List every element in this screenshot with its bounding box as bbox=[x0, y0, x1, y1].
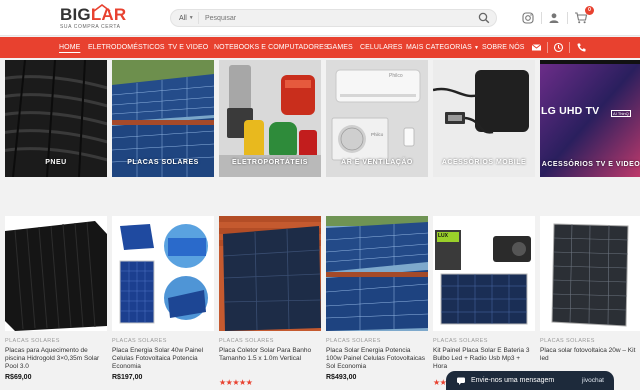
nav-item-sobre-nos[interactable]: SOBRE NÓS bbox=[482, 37, 525, 58]
nav-divider bbox=[547, 42, 548, 53]
search-bar: All ▼ bbox=[170, 9, 497, 27]
chevron-down-icon: ▼ bbox=[473, 45, 479, 51]
main-nav: HOME ELETRODOMÉSTICOS TV E VIDEO NOTEBOO… bbox=[0, 37, 640, 58]
biglar-logo[interactable]: BIGLAR SUA COMPRA CERTA bbox=[60, 4, 130, 32]
chat-bubble-icon bbox=[457, 377, 465, 385]
category-tile-acessorios-tv-e-video[interactable]: LG UHD TV AI ThinQ ACESSÓRIOS TV E VIDEO bbox=[540, 60, 640, 177]
instagram-icon[interactable] bbox=[521, 11, 535, 25]
category-label: ELETROPORTÁTEIS bbox=[232, 159, 308, 166]
category-tile-ar-e-ventilacao[interactable]: Philco Philco AR E VENTILAÇÃO bbox=[326, 60, 428, 177]
search-category-value: All bbox=[179, 14, 187, 22]
roof-icon bbox=[93, 4, 111, 12]
nav-item-eletrodomesticos[interactable]: ELETRODOMÉSTICOS bbox=[88, 37, 165, 58]
kit-box-brand-text: LUX bbox=[438, 233, 448, 239]
clock-icon[interactable] bbox=[553, 42, 564, 53]
ac-unit-brand-text: Philco bbox=[371, 132, 384, 137]
nav-item-celulares[interactable]: CELULARES bbox=[360, 37, 403, 58]
category-tile-placas-solares[interactable]: PLACAS SOLARES bbox=[112, 60, 214, 177]
logo-tagline: SUA COMPRA CERTA bbox=[60, 24, 121, 30]
category-label: ACESSÓRIOS MOBILE bbox=[441, 159, 527, 166]
user-icon[interactable] bbox=[547, 11, 561, 25]
category-label: ACESSÓRIOS TV E VIDEO bbox=[541, 161, 640, 168]
product-image[interactable] bbox=[5, 216, 107, 331]
nav-item-mais-categorias[interactable]: MAIS CATEGORIAS ▼ bbox=[406, 37, 479, 58]
chat-brand: jivochat bbox=[581, 377, 604, 384]
product-price: R$69,00 bbox=[5, 374, 32, 381]
product-name[interactable]: Placa Coletor Solar Para Banho Tamanho 1… bbox=[219, 347, 319, 363]
product-name[interactable]: Placa solar fotovoltaica 20w – Kit led bbox=[540, 347, 640, 363]
product-name[interactable]: Placa Solar Energia Potencia 100w Painel… bbox=[326, 347, 426, 371]
category-label: AR E VENTILAÇÃO bbox=[341, 159, 413, 166]
product-category: PLACAS SOLARES bbox=[326, 338, 381, 344]
category-label: PLACAS SOLARES bbox=[127, 159, 199, 166]
category-label: PNEU bbox=[45, 159, 67, 166]
header-bar: BIGLAR SUA COMPRA CERTA All ▼ 0 bbox=[0, 0, 640, 36]
tv-image bbox=[540, 60, 640, 177]
search-icon[interactable] bbox=[478, 12, 490, 24]
phone-icon[interactable] bbox=[576, 42, 587, 53]
product-image[interactable] bbox=[112, 216, 214, 331]
pool-heater-image bbox=[5, 216, 107, 331]
solar-kit-image bbox=[433, 216, 535, 331]
nav-divider bbox=[569, 42, 570, 53]
product-image[interactable] bbox=[326, 216, 428, 331]
category-tile-pneu[interactable]: PNEU bbox=[5, 60, 107, 177]
solar-panel-100w-image bbox=[326, 216, 428, 331]
search-category-select[interactable]: All ▼ bbox=[171, 12, 199, 24]
mail-icon[interactable] bbox=[531, 42, 542, 53]
search-input[interactable] bbox=[199, 10, 459, 26]
product-category: PLACAS SOLARES bbox=[219, 338, 274, 344]
header-divider bbox=[567, 12, 568, 24]
nav-item-games[interactable]: GAMES bbox=[327, 37, 353, 58]
cart-count-badge: 0 bbox=[585, 6, 594, 15]
category-tile-eletroportateis[interactable]: ELETROPORTÁTEIS bbox=[219, 60, 321, 177]
product-name[interactable]: Kit Painel Placa Solar E Bateria 3 Bulbo… bbox=[433, 347, 533, 371]
product-category: PLACAS SOLARES bbox=[433, 338, 488, 344]
nav-item-notebooks[interactable]: NOTEBOOKS E COMPUTADORES bbox=[214, 37, 329, 58]
chat-label: Envie-nos uma mensagem bbox=[471, 377, 555, 384]
product-rating-stars: ★★ bbox=[433, 378, 447, 387]
product-category: PLACAS SOLARES bbox=[112, 338, 167, 344]
category-tile-acessorios-mobile[interactable]: ACESSÓRIOS MOBILE bbox=[433, 60, 535, 177]
nav-item-mais-categorias-label: MAIS CATEGORIAS bbox=[406, 44, 472, 51]
chevron-down-icon: ▼ bbox=[188, 15, 194, 21]
nav-item-home[interactable]: HOME bbox=[59, 37, 80, 58]
chat-widget[interactable]: Envie-nos uma mensagem jivochat bbox=[446, 371, 614, 390]
product-image[interactable]: LUX bbox=[433, 216, 535, 331]
product-image[interactable] bbox=[219, 216, 321, 331]
product-price: R$197,00 bbox=[112, 374, 143, 381]
product-name[interactable]: Placas para Aquecimento de piscina Hidro… bbox=[5, 347, 105, 371]
nav-item-tv-e-video[interactable]: TV E VIDEO bbox=[168, 37, 208, 58]
tv-brand-text: LG UHD TV bbox=[541, 105, 600, 117]
product-price: R$493,00 bbox=[326, 374, 357, 381]
ac-brand-text: Philco bbox=[389, 73, 403, 79]
product-name[interactable]: Placa Energia Solar 40w Painel Celulas F… bbox=[112, 347, 212, 371]
solar-panel-40w-image bbox=[112, 216, 214, 331]
product-image[interactable] bbox=[540, 216, 640, 331]
product-category: PLACAS SOLARES bbox=[540, 338, 595, 344]
solar-panel-20w-image bbox=[540, 216, 640, 331]
product-rating-stars: ★★★★★ bbox=[219, 378, 253, 387]
solar-collector-image bbox=[219, 216, 321, 331]
header-divider bbox=[541, 12, 542, 24]
product-category: PLACAS SOLARES bbox=[5, 338, 60, 344]
tv-badge-text: AI ThinQ bbox=[611, 110, 631, 117]
